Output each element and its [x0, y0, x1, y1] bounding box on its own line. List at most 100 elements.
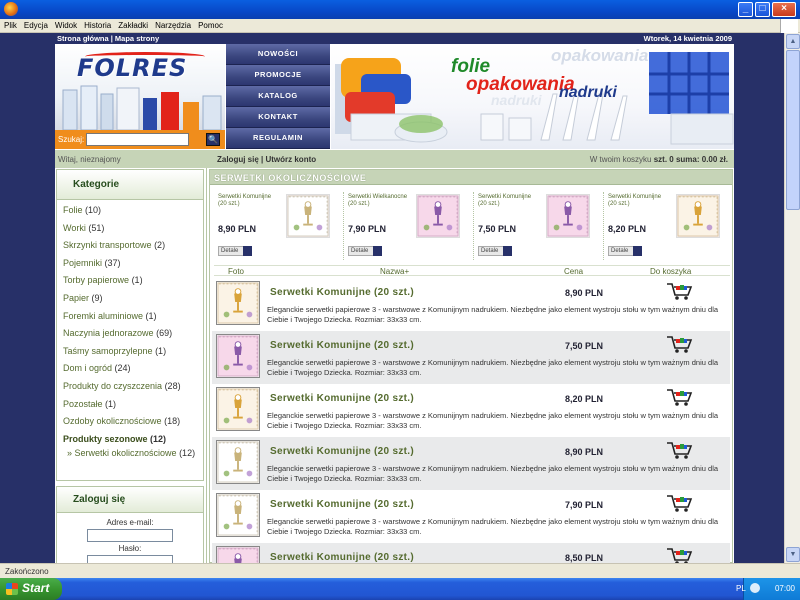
product-image[interactable] [216, 493, 260, 537]
login-register-links[interactable]: Zaloguj się | Utwórz konto [217, 155, 316, 164]
product-price: 7,90 PLN [565, 500, 604, 510]
featured-name[interactable]: Serwetki Komunijne (20 szt.) [218, 194, 280, 208]
header-name[interactable]: Nazwa+ [380, 267, 409, 276]
category-item[interactable]: Papier (9) [63, 290, 203, 308]
category-item[interactable]: Dom i ogród (24) [63, 360, 203, 378]
cart-summary[interactable]: W twoim koszyku szt. 0 suma: 0.00 zł. [590, 155, 728, 164]
magnifier-icon [373, 246, 382, 256]
nav-catalog[interactable]: KATALOG [226, 86, 330, 107]
details-button[interactable]: Detale [348, 246, 382, 256]
featured-name[interactable]: Serwetki Komunijne (20 szt.) [608, 194, 670, 208]
scroll-up-icon[interactable]: ▲ [786, 34, 800, 49]
header-price[interactable]: Cena [564, 267, 583, 276]
nav-new[interactable]: NOWOŚCI [226, 44, 330, 65]
menu-file[interactable]: Plik [0, 19, 20, 30]
featured-product[interactable]: Serwetki Komunijne (20 szt.) 8,90 PLN Deta… [214, 192, 342, 262]
product-image[interactable] [216, 546, 260, 563]
menu-edit[interactable]: Edycja [20, 19, 51, 30]
logo-area[interactable]: FOLRES [55, 44, 225, 130]
product-name[interactable]: Serwetki Komunijne (20 szt.) [270, 393, 414, 404]
product-name[interactable]: Serwetki Komunijne (20 szt.) [270, 446, 414, 457]
language-indicator[interactable]: PL [736, 584, 746, 593]
browser-title-bar: _ □ × [0, 0, 800, 19]
top-links[interactable]: Strona główna | Mapa strony [57, 34, 159, 43]
main-content: SERWETKI OKOLICZNOŚCIOWE Serwetki Komuni… [206, 168, 734, 563]
featured-name[interactable]: Serwetki Komunijne (20 szt.) [478, 194, 540, 208]
menu-bookmarks[interactable]: Zakładki [114, 19, 151, 30]
menu-help[interactable]: Pomoc [194, 19, 226, 30]
add-to-cart-icon[interactable] [665, 281, 693, 301]
category-count: (1) [105, 398, 117, 409]
category-item[interactable]: Torby papierowe (1) [63, 272, 203, 290]
site-container: Strona główna | Mapa strony Wtorek, 14 k… [55, 33, 734, 563]
minimize-button[interactable]: _ [738, 2, 753, 17]
add-to-cart-icon[interactable] [665, 546, 693, 563]
featured-image[interactable] [546, 194, 590, 238]
product-image[interactable] [216, 281, 260, 325]
product-price: 8,50 PLN [565, 553, 604, 563]
add-to-cart-icon[interactable] [665, 387, 693, 407]
category-count: (12) [150, 433, 167, 444]
menu-view[interactable]: Widok [51, 19, 80, 30]
product-description: Eleganckie serwetki papierowe 3 - warstw… [267, 358, 719, 377]
password-field[interactable] [87, 555, 173, 563]
scroll-thumb[interactable] [786, 50, 800, 210]
details-button[interactable]: Detale [478, 246, 512, 256]
category-item[interactable]: Foremki aluminiowe (1) [63, 308, 203, 326]
product-name[interactable]: Serwetki Komunijne (20 szt.) [270, 499, 414, 510]
category-item[interactable]: Naczynia jednorazowe (69) [63, 325, 203, 343]
featured-product[interactable]: Serwetki Komunijne (20 szt.) 7,50 PLN Deta… [473, 192, 602, 262]
product-image[interactable] [216, 387, 260, 431]
subcategory-item[interactable]: » Serwetki okolicznościowe (12) [63, 448, 203, 459]
email-label: Adres e-mail: [106, 518, 154, 527]
category-item[interactable]: Produkty sezonowe (12) [63, 431, 203, 449]
nav-promotions[interactable]: PROMOCJE [226, 65, 330, 86]
maximize-button[interactable]: □ [755, 2, 770, 17]
add-to-cart-icon[interactable] [665, 440, 693, 460]
category-item[interactable]: Worki (51) [63, 220, 203, 238]
category-item[interactable]: Skrzynki transportowe (2) [63, 237, 203, 255]
email-field[interactable] [87, 529, 173, 542]
category-item[interactable]: Pojemniki (37) [63, 255, 203, 273]
nav-contact[interactable]: KONTAKT [226, 107, 330, 128]
featured-name[interactable]: Serwetki Wielkanocne (20 szt.) [348, 194, 410, 208]
site-header: FOLRES Szukaj: 🔍 NOWOŚCI PROMOCJE KATALO… [55, 44, 734, 149]
category-item[interactable]: Ozdoby okolicznościowe (18) [63, 413, 203, 431]
nav-terms[interactable]: REGULAMIN [226, 128, 330, 149]
firefox-icon [4, 2, 18, 16]
add-to-cart-icon[interactable] [665, 334, 693, 354]
product-name[interactable]: Serwetki Komunijne (20 szt.) [270, 287, 414, 298]
category-item[interactable]: Taśmy samoprzylepne (1) [63, 343, 203, 361]
product-name[interactable]: Serwetki Komunijne (20 szt.) [270, 552, 414, 563]
featured-image[interactable] [676, 194, 720, 238]
category-item[interactable]: Produkty do czyszczenia (28) [63, 378, 203, 396]
product-name[interactable]: Serwetki Komunijne (20 szt.) [270, 340, 414, 351]
tray-icon[interactable] [750, 583, 760, 593]
category-item[interactable]: Pozostałe (1) [63, 396, 203, 414]
details-button[interactable]: Detale [218, 246, 252, 256]
category-name: Pozostałe [63, 398, 103, 409]
category-item[interactable]: Folie (10) [63, 202, 203, 220]
product-row: Serwetki Komunijne (20 szt.) 7,50 PLN Eleg… [212, 331, 730, 384]
featured-product[interactable]: Serwetki Wielkanocne (20 szt.) 7,90 PLN De… [343, 192, 472, 262]
scroll-down-icon[interactable]: ▼ [786, 547, 800, 562]
page-scrollbar[interactable]: ▲ ▼ [784, 33, 800, 563]
product-image[interactable] [216, 334, 260, 378]
featured-image[interactable] [286, 194, 330, 238]
close-button[interactable]: × [772, 2, 796, 17]
featured-product[interactable]: Serwetki Komunijne (20 szt.) 8,20 PLN Deta… [603, 192, 732, 262]
menu-tools[interactable]: Narzędzia [151, 19, 194, 30]
system-tray: PL 07:00 [736, 578, 800, 600]
search-icon[interactable]: 🔍 [206, 133, 220, 146]
category-count: (1) [145, 310, 157, 321]
menu-history[interactable]: Historia [80, 19, 114, 30]
product-row: Serwetki Komunijne (20 szt.) 8,20 PLN Eleg… [212, 384, 730, 437]
product-price: 7,50 PLN [565, 341, 604, 351]
sidebar: Kategorie Folie (10) Worki (51) Skrzynki t… [55, 168, 205, 563]
details-button[interactable]: Detale [608, 246, 642, 256]
featured-image[interactable] [416, 194, 460, 238]
search-input[interactable] [86, 133, 189, 146]
add-to-cart-icon[interactable] [665, 493, 693, 513]
start-button[interactable]: Start [0, 578, 62, 600]
product-image[interactable] [216, 440, 260, 484]
